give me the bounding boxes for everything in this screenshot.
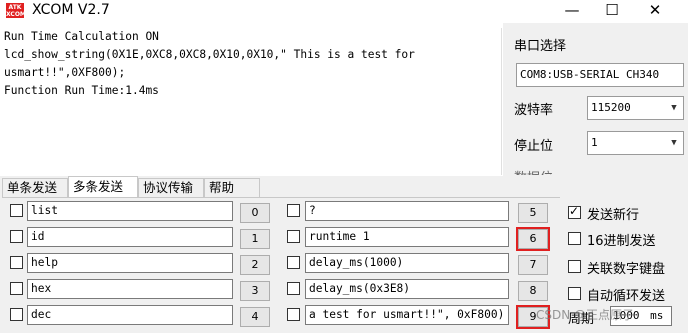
send-button[interactable]: 5: [518, 203, 548, 223]
send-newline-label: 发送新行: [587, 208, 640, 223]
hex-send-checkbox[interactable]: [568, 232, 581, 245]
port-select[interactable]: COM8:USB-SERIAL CH340: [516, 63, 684, 87]
send-text-field[interactable]: delay_ms(1000): [305, 253, 509, 273]
send-button-highlighted[interactable]: 6: [516, 227, 550, 251]
send-newline-checkbox[interactable]: [568, 204, 581, 219]
tab-protocol[interactable]: 协议传输: [138, 178, 204, 197]
send-text-field[interactable]: id: [27, 227, 233, 247]
send-text-field[interactable]: delay_ms(0x3E8): [305, 279, 509, 299]
port-select-value: COM8:USB-SERIAL CH340: [520, 68, 660, 81]
send-text-field[interactable]: help: [27, 253, 233, 273]
receive-line: Function Run Time:1.4ms: [4, 84, 159, 97]
auto-loop-checkbox[interactable]: [568, 287, 581, 300]
stopbits-select-value: 1: [591, 136, 598, 149]
tab-multi-send[interactable]: 多条发送: [68, 176, 138, 198]
send-button[interactable]: 0: [240, 203, 270, 223]
send-text-field[interactable]: ?: [305, 201, 509, 221]
send-button[interactable]: 7: [518, 255, 548, 275]
send-button[interactable]: 8: [518, 281, 548, 301]
maximize-button[interactable]: ☐: [589, 0, 635, 23]
stopbits-label: 停止位: [514, 139, 554, 154]
receive-line: Run Time Calculation ON: [4, 30, 159, 43]
send-button[interactable]: 1: [240, 229, 270, 249]
watermark-text: CSDN @正点原子: [536, 308, 635, 322]
databits-label: 数据位: [514, 167, 553, 175]
row-checkbox[interactable]: [287, 204, 300, 217]
baud-label: 波特率: [514, 103, 554, 118]
baud-select[interactable]: 115200 ▼: [587, 96, 684, 120]
close-button[interactable]: ✕: [632, 0, 678, 23]
row-checkbox[interactable]: [10, 230, 23, 243]
send-button[interactable]: 2: [240, 255, 270, 275]
row-checkbox[interactable]: [10, 282, 23, 295]
send-button[interactable]: 3: [240, 281, 270, 301]
row-checkbox[interactable]: [10, 308, 23, 321]
tab-single-send[interactable]: 单条发送: [2, 178, 68, 197]
link-keypad-label: 关联数字键盘: [587, 262, 666, 277]
period-unit: ms: [650, 309, 664, 322]
row-checkbox[interactable]: [287, 308, 300, 321]
send-text-field[interactable]: hex: [27, 279, 233, 299]
port-label: 串口选择: [514, 39, 567, 54]
row-checkbox[interactable]: [287, 230, 300, 243]
baud-select-value: 115200: [591, 101, 631, 114]
row-checkbox[interactable]: [10, 256, 23, 269]
auto-loop-label: 自动循环发送: [587, 289, 666, 304]
send-button[interactable]: 4: [240, 307, 270, 327]
link-keypad-checkbox[interactable]: [568, 260, 581, 273]
hex-send-label: 16进制发送: [587, 234, 656, 249]
receive-line: usmart!!",0XF800);: [4, 66, 126, 79]
send-text-field[interactable]: runtime 1: [305, 227, 509, 247]
xcom-logo-icon: ATK XCOM: [6, 3, 26, 18]
chevron-down-icon: ▼: [666, 98, 682, 118]
send-text-field[interactable]: a test for usmart!!", 0xF800): [305, 305, 509, 325]
row-checkbox[interactable]: [287, 256, 300, 269]
tab-help[interactable]: 帮助: [204, 178, 260, 197]
send-text-field[interactable]: list: [27, 201, 233, 221]
window-title: XCOM V2.7: [32, 2, 110, 18]
stopbits-select[interactable]: 1 ▼: [587, 131, 684, 155]
receive-textarea[interactable]: Run Time Calculation ON lcd_show_string(…: [0, 28, 502, 175]
send-text-field[interactable]: dec: [27, 305, 233, 325]
row-checkbox[interactable]: [10, 204, 23, 217]
serial-settings-panel: 串口选择 COM8:USB-SERIAL CH340 波特率 115200 ▼ …: [503, 23, 688, 176]
title-bar: ATK XCOM XCOM V2.7 — ☐ ✕: [0, 0, 688, 23]
chevron-down-icon: ▼: [666, 133, 682, 153]
row-checkbox[interactable]: [287, 282, 300, 295]
receive-line: lcd_show_string(0X1E,0XC8,0XC8,0X10,0X10…: [4, 48, 415, 61]
